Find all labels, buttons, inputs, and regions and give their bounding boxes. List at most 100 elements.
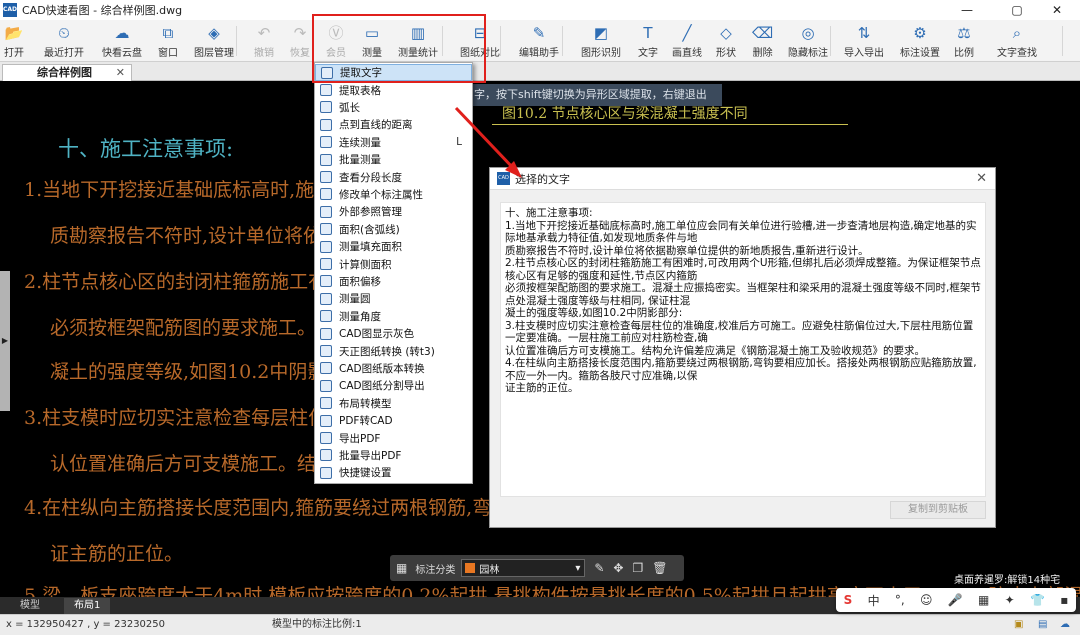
menu-item-18[interactable]: CAD图纸分割导出 (315, 377, 472, 394)
notification-text: 桌面养暹罗:解锁14种宅 (954, 575, 1061, 586)
menu-item-23[interactable]: 快捷键设置 (315, 464, 472, 481)
menu-item-2[interactable]: 弧长 (315, 99, 472, 116)
menu-item-5[interactable]: 批量测量 (315, 151, 472, 168)
ribbon-button-6[interactable]: ↷ 恢复 (290, 22, 310, 59)
menu-item-7[interactable]: 修改单个标注属性 (315, 186, 472, 203)
tab-layout1[interactable]: 布局1 (64, 598, 111, 614)
ime-item-6[interactable]: 👕 (1030, 593, 1045, 607)
menu-item-19[interactable]: 布局转模型 (315, 395, 472, 412)
ribbon-button-20[interactable]: ⚖ 比例 (954, 22, 974, 59)
cad-heading: 十、施工注意事项: (58, 137, 234, 161)
ribbon-button-17[interactable]: ◎ 隐藏标注 (788, 22, 828, 59)
copy-to-clipboard-button[interactable]: 复制到剪贴板 (890, 501, 986, 519)
tab-model[interactable]: 模型 (10, 598, 50, 614)
tab-close-icon[interactable]: ✕ (116, 65, 125, 80)
menu-item-icon (320, 310, 332, 323)
menu-item-6[interactable]: 查看分段长度 (315, 168, 472, 185)
ribbon-button-1[interactable]: ⏲ 最近打开 (44, 22, 84, 59)
ime-item-3[interactable]: 🎤 (948, 593, 963, 607)
ribbon-button-label: 快看云盘 (102, 48, 142, 59)
tab-drawing[interactable]: 综合样例图 ✕ (2, 64, 132, 81)
ribbon-button-11[interactable]: ✎ 编辑助手 (519, 22, 559, 59)
ribbon-button-label: 最近打开 (44, 48, 84, 59)
cursor-coordinates: x = 132950427 , y = 23230250 (6, 619, 166, 630)
ribbon-button-3[interactable]: ⧉ 窗口 (158, 22, 178, 59)
menu-item-15[interactable]: CAD图显示灰色 (315, 325, 472, 342)
menu-item-3[interactable]: 点到直线的距离 (315, 116, 472, 133)
menu-item-label: PDF转CAD (339, 415, 393, 428)
ribbon-button-0[interactable]: 📂 打开 (4, 22, 24, 59)
ribbon-button-5[interactable]: ↶ 撤销 (254, 22, 274, 59)
ime-toolbar: S 中 °, ☺ 🎤 ▦ ✦ 👕 ▪ (836, 588, 1076, 612)
menu-item-1[interactable]: 提取表格 (315, 81, 472, 98)
ime-item-1[interactable]: °, (895, 593, 905, 607)
tab-label: 综合样例图 (37, 66, 92, 79)
menu-item-10[interactable]: 测量填充面积 (315, 238, 472, 255)
ribbon-button-label: 形状 (716, 48, 736, 59)
menu-item-21[interactable]: 导出PDF (315, 429, 472, 446)
copy-icon[interactable]: ❐ (632, 561, 643, 575)
highlight-annotation-box (312, 14, 486, 83)
ribbon-button-label: 图层管理 (194, 48, 234, 59)
ribbon-button-4[interactable]: ◈ 图层管理 (194, 22, 234, 59)
undo-icon: ↶ (257, 24, 271, 42)
menu-item-label: 点到直线的距离 (339, 119, 413, 132)
dialog-text-line: 1.当地下开挖接近基础底标高时,施工单位应会同有关单位进行验槽,进一步查清地层构… (505, 219, 977, 245)
ime-item-4[interactable]: ▦ (978, 593, 989, 607)
delete-icon[interactable]: 🗑 (652, 561, 667, 575)
ime-item-7[interactable]: ▪ (1060, 593, 1068, 607)
ribbon-button-2[interactable]: ☁ 快看云盘 (102, 22, 142, 59)
hide-annotation-icon: ◎ (801, 24, 815, 42)
menu-item-icon (320, 379, 332, 392)
dialog-title-bar: CAD 选择的文字 ✕ (490, 168, 995, 190)
menu-item-label: 布局转模型 (339, 397, 392, 410)
cloud-status-icon[interactable]: ☁ (1060, 615, 1070, 635)
ribbon-button-label: 图形识别 (581, 48, 621, 59)
measure-dropdown-menu: 提取文字 提取表格 弧长 点到直线的距离 连续测量 L 批量测量 查看分段长度 修改单个标注属性… (314, 62, 473, 484)
menu-item-4[interactable]: 连续测量 L (315, 134, 472, 151)
ribbon-button-21[interactable]: ⌕ 文字查找 (997, 22, 1037, 59)
menu-item-9[interactable]: 面积(含弧线) (315, 221, 472, 238)
move-icon[interactable]: ✥ (613, 561, 623, 575)
folder-status-icon[interactable]: ▣ (1014, 615, 1023, 635)
chevron-down-icon: ▾ (575, 562, 581, 574)
menu-item-13[interactable]: 测量圆 (315, 290, 472, 307)
grid-icon[interactable]: ▦ (396, 561, 407, 575)
layer-select[interactable]: 园林 ▾ (461, 559, 586, 577)
menu-item-20[interactable]: PDF转CAD (315, 412, 472, 429)
ribbon-button-15[interactable]: ◇ 形状 (716, 22, 736, 59)
cad-figure-caption: 图10.2 节点核心区与梁混凝土强度不同 (502, 106, 748, 122)
selected-text-area[interactable]: 十、施工注意事项: 1.当地下开挖接近基础底标高时,施工单位应会同有关单位进行验槽… (500, 202, 986, 497)
ime-item-2[interactable]: ☺ (920, 593, 933, 607)
dialog-close-icon[interactable]: ✕ (976, 171, 987, 186)
menu-item-12[interactable]: 面积偏移 (315, 273, 472, 290)
side-panel-handle[interactable]: ▶ (0, 271, 10, 411)
menu-item-14[interactable]: 测量角度 (315, 308, 472, 325)
menu-item-icon (320, 118, 332, 131)
minimize-button[interactable]: — (944, 0, 990, 20)
menu-item-16[interactable]: 天正图纸转换 (转t3) (315, 342, 472, 359)
ribbon-button-13[interactable]: T 文字 (638, 22, 658, 59)
ime-item-5[interactable]: ✦ (1005, 593, 1015, 607)
app-logo-icon: CAD (3, 3, 17, 17)
menu-item-icon (320, 466, 332, 479)
ime-logo-icon[interactable]: S (844, 593, 853, 607)
ribbon-button-14[interactable]: ╱ 画直线 (672, 22, 702, 59)
menu-item-11[interactable]: 计算侧面积 (315, 255, 472, 272)
menu-item-label: 天正图纸转换 (转t3) (339, 345, 435, 358)
ribbon-button-12[interactable]: ◩ 图形识别 (581, 22, 621, 59)
ribbon-button-label: 窗口 (158, 48, 178, 59)
menu-item-8[interactable]: 外部参照管理 (315, 203, 472, 220)
menu-item-shortcut: L (456, 136, 462, 149)
ribbon-button-16[interactable]: ⌫ 删除 (752, 22, 773, 59)
close-window-button[interactable]: ✕ (1034, 0, 1080, 20)
menu-item-icon (320, 171, 332, 184)
menu-item-17[interactable]: CAD图纸版本转换 (315, 360, 472, 377)
ribbon-button-19[interactable]: ⚙ 标注设置 (900, 22, 940, 59)
pdf-status-icon[interactable]: ▤ (1038, 615, 1047, 635)
edit-icon[interactable]: ✎ (594, 561, 604, 575)
menu-item-22[interactable]: 批量导出PDF (315, 447, 472, 464)
ribbon-button-18[interactable]: ⇅ 导入导出 (844, 22, 884, 59)
menu-item-icon (320, 432, 332, 445)
ime-item-0[interactable]: 中 (868, 592, 880, 609)
